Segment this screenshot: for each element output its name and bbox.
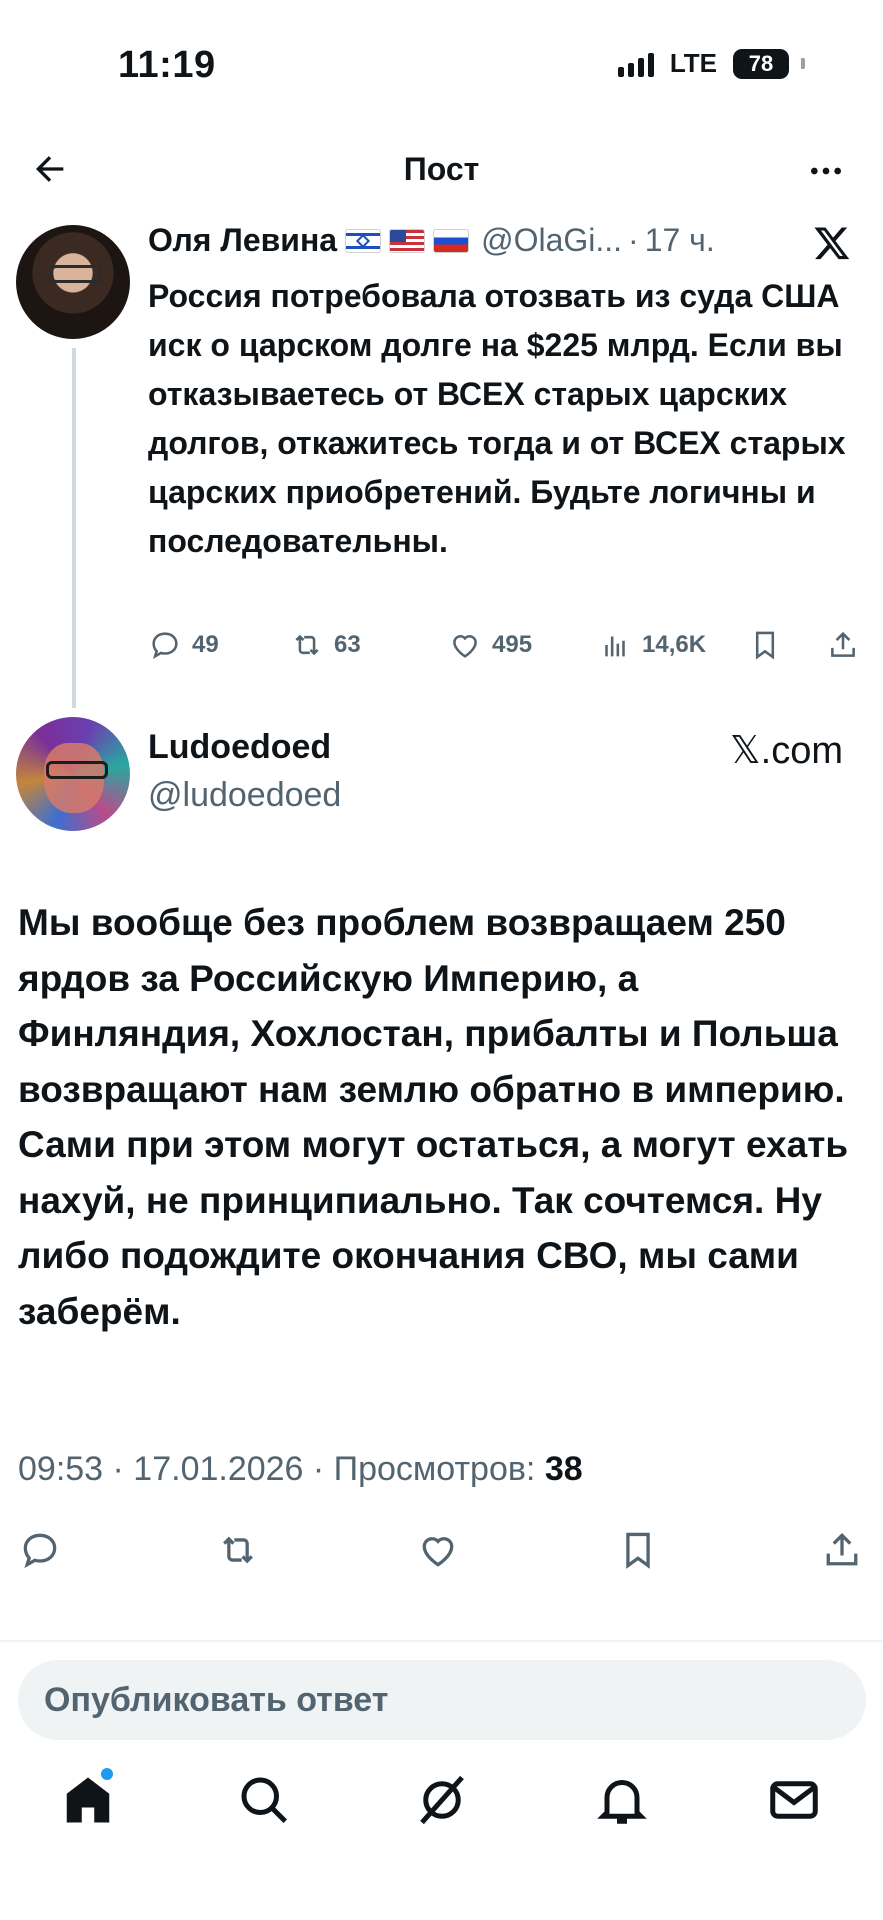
page-title: Пост <box>403 151 480 187</box>
share-icon <box>831 631 855 657</box>
views-action[interactable]: 14,6K <box>598 628 706 662</box>
bottom-tab-bar <box>0 1770 883 1860</box>
thread-line <box>72 348 76 708</box>
tweet-timestamp: 09:53 · 17.01.2026 · Просмотров: <box>18 1450 536 1488</box>
reply-input[interactable]: Опубликовать ответ <box>18 1660 866 1740</box>
reply-action[interactable]: 49 <box>148 628 219 662</box>
like-action[interactable]: 495 <box>448 628 532 662</box>
battery-icon: 78 <box>733 48 789 79</box>
repost-action[interactable]: 63 <box>290 628 361 662</box>
heart-icon[interactable] <box>416 1528 460 1572</box>
repost-icon[interactable] <box>216 1528 260 1572</box>
reply-count: 49 <box>192 631 219 658</box>
like-count: 495 <box>492 631 533 658</box>
search-icon[interactable] <box>234 1770 294 1830</box>
status-time: 11:19 <box>118 44 216 86</box>
share-icon[interactable] <box>820 1528 864 1572</box>
quoted-tweet-text: Россия потребовала отозвать из суда США … <box>148 278 846 559</box>
status-bar: 11:19 LTE 78 <box>0 0 883 130</box>
battery-level: 78 <box>748 50 774 76</box>
israel-flag-icon <box>345 228 382 253</box>
bookmark-icon <box>755 631 775 660</box>
main-tweet-text: Мы вообще без проблем возвращаем 250 ярд… <box>18 902 849 1332</box>
quoted-tweet-header: Оля Левина @OlaGi... · 17 ч. <box>148 222 715 259</box>
signal-icon <box>617 51 654 77</box>
quoted-tweet-actions: 49 63 495 14,6K <box>148 628 860 668</box>
status-indicators: LTE 78 <box>617 48 805 79</box>
quoted-author-handle[interactable]: @OlaGi... <box>481 222 622 259</box>
tweet-meta: 09:53 · 17.01.2026 · Просмотров: 38 <box>18 1450 583 1489</box>
main-author-handle[interactable]: @ludoedoed <box>148 776 341 815</box>
reply-icon[interactable] <box>18 1528 62 1572</box>
network-type: LTE <box>669 48 717 78</box>
x-logo-icon <box>814 227 850 260</box>
quoted-author-name[interactable]: Оля Левина <box>148 222 337 259</box>
main-author-name[interactable]: Ludoedoed <box>148 728 331 767</box>
grok-icon[interactable] <box>412 1770 472 1830</box>
battery-cap <box>801 58 805 69</box>
reply-icon <box>152 632 178 660</box>
source-label: 𝕏.com <box>730 730 843 772</box>
main-tweet-actions <box>0 1528 883 1578</box>
separator-dot: · <box>628 222 639 258</box>
home-icon[interactable] <box>58 1770 118 1830</box>
notifications-icon[interactable] <box>592 1770 652 1830</box>
tweet-views[interactable]: 38 <box>545 1450 583 1488</box>
heart-icon <box>453 635 477 658</box>
divider <box>0 1640 883 1642</box>
quoted-author-avatar[interactable] <box>16 225 130 339</box>
share-action[interactable] <box>826 628 860 662</box>
main-author-avatar[interactable] <box>16 717 130 831</box>
russia-flag-icon <box>433 228 470 253</box>
repost-count: 63 <box>334 631 361 658</box>
post-header: Пост <box>0 135 883 205</box>
views-count: 14,6K <box>642 631 707 658</box>
views-icon <box>605 636 625 657</box>
more-options-icon[interactable] <box>805 151 847 191</box>
messages-icon[interactable] <box>764 1770 824 1830</box>
usa-flag-icon <box>389 228 426 253</box>
repost-icon <box>295 634 319 656</box>
bookmark-action[interactable] <box>748 628 782 662</box>
quoted-tweet-time: 17 ч. <box>644 222 715 258</box>
bookmark-icon[interactable] <box>616 1528 660 1572</box>
